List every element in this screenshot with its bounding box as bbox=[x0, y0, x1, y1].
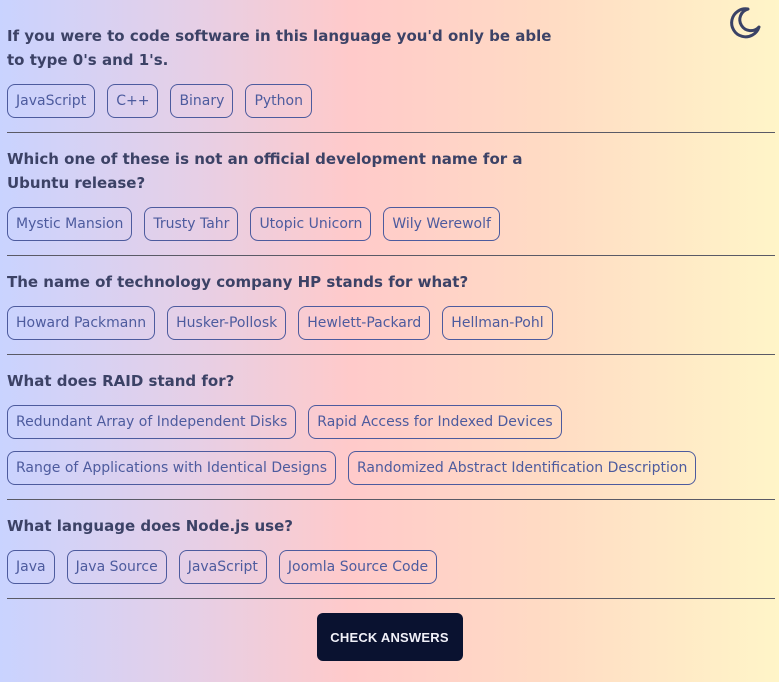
answer-option[interactable]: Java Source bbox=[66, 550, 167, 584]
answer-option[interactable]: Trusty Tahr bbox=[144, 207, 239, 241]
question-block: Which one of these is not an official de… bbox=[7, 133, 775, 256]
answer-option[interactable]: Range of Applications with Identical Des… bbox=[7, 451, 337, 485]
answer-option[interactable]: Randomized Abstract Identification Descr… bbox=[348, 451, 697, 485]
answer-list: Howard Packmann Husker-Pollosk Hewlett-P… bbox=[7, 306, 775, 340]
question-text: What language does Node.js use? bbox=[7, 517, 293, 535]
question-block: The name of technology company HP stands… bbox=[7, 256, 775, 355]
answer-list: Mystic Mansion Trusty Tahr Utopic Unicor… bbox=[7, 207, 775, 241]
answer-option[interactable]: Binary bbox=[170, 84, 234, 118]
answer-option[interactable]: JavaScript bbox=[178, 550, 267, 584]
answer-option[interactable]: Joomla Source Code bbox=[278, 550, 438, 584]
answer-option[interactable]: Python bbox=[245, 84, 312, 118]
answer-option[interactable]: Redundant Array of Independent Disks bbox=[7, 405, 297, 439]
check-answers-button[interactable]: CHECK ANSWERS bbox=[316, 613, 463, 661]
answer-list: Java Java Source JavaScript Joomla Sourc… bbox=[7, 550, 775, 584]
question-text: Which one of these is not an official de… bbox=[7, 150, 523, 192]
quiz-footer: CHECK ANSWERS bbox=[0, 613, 779, 661]
answer-option[interactable]: Rapid Access for Indexed Devices bbox=[308, 405, 562, 439]
answer-option[interactable]: Java bbox=[7, 550, 55, 584]
answer-option[interactable]: Wily Werewolf bbox=[383, 207, 500, 241]
quiz-container: If you were to code software in this lan… bbox=[7, 0, 775, 599]
answer-option[interactable]: Howard Packmann bbox=[7, 306, 156, 340]
answer-option[interactable]: Husker-Pollosk bbox=[167, 306, 287, 340]
answer-list: JavaScript C++ Binary Python bbox=[7, 84, 775, 118]
answer-option[interactable]: C++ bbox=[107, 84, 159, 118]
question-text: The name of technology company HP stands… bbox=[7, 273, 469, 291]
question-block: If you were to code software in this lan… bbox=[7, 0, 775, 133]
answer-option[interactable]: JavaScript bbox=[7, 84, 96, 118]
answer-option[interactable]: Utopic Unicorn bbox=[250, 207, 372, 241]
question-text: What does RAID stand for? bbox=[7, 372, 235, 390]
answer-option[interactable]: Hellman-Pohl bbox=[442, 306, 553, 340]
answer-option[interactable]: Mystic Mansion bbox=[7, 207, 133, 241]
question-block: What does RAID stand for? Redundant Arra… bbox=[7, 355, 775, 500]
question-block: What language does Node.js use? Java Jav… bbox=[7, 500, 775, 599]
answer-list: Redundant Array of Independent Disks Rap… bbox=[7, 405, 775, 485]
question-text: If you were to code software in this lan… bbox=[7, 27, 552, 69]
answer-option[interactable]: Hewlett-Packard bbox=[298, 306, 431, 340]
